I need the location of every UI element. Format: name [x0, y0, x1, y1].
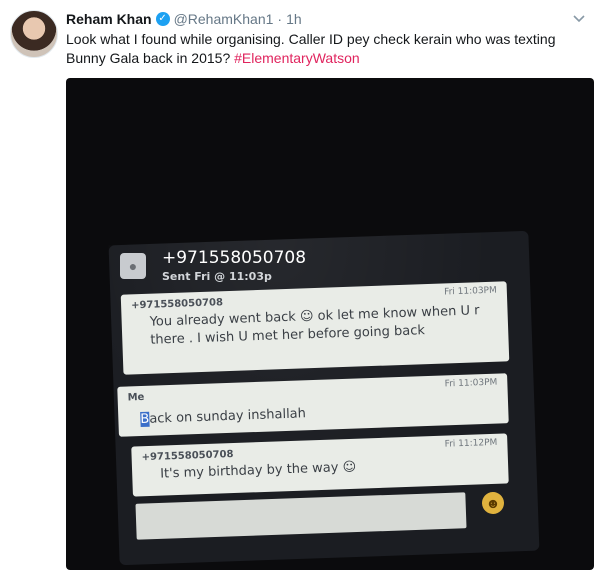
author-handle[interactable]: @RehamKhan1 — [174, 11, 274, 27]
message-sender: +971558050708 — [130, 297, 224, 312]
contact-number: +971558050708 — [162, 248, 307, 268]
sent-timestamp: Sent Fri @ 11:03p — [162, 270, 272, 283]
tweet-timestamp[interactable]: 1h — [286, 11, 302, 27]
message-sender: Me — [127, 391, 145, 404]
tweet-text: Look what I found while organising. Call… — [66, 30, 586, 68]
separator-dot: · — [277, 11, 283, 27]
message-time: Fri 11:12PM — [444, 437, 498, 450]
message-time: Fri 11:03PM — [443, 285, 497, 298]
contact-icon: ● — [120, 253, 146, 279]
hashtag-link[interactable]: #ElementaryWatson — [234, 50, 360, 66]
message-body: Back on sunday inshallah — [140, 399, 480, 429]
tweet-header: Reham Khan ✓ @RehamKhan1 · 1h — [66, 10, 302, 28]
message-bubble: +971558050708 Fri 11:03PM You already we… — [120, 281, 510, 375]
message-sender: +971558050708 — [141, 449, 234, 464]
avatar[interactable] — [10, 10, 58, 58]
message-time: Fri 11:03PM — [444, 377, 498, 390]
message-body-rest: ack on sunday inshallah — [149, 406, 307, 427]
message-body: You already went back ☺ ok let me know w… — [149, 303, 480, 348]
chevron-down-icon[interactable] — [572, 11, 586, 25]
author-name[interactable]: Reham Khan — [66, 11, 152, 27]
verified-badge-icon: ✓ — [155, 12, 170, 26]
tweet-photo[interactable]: ● +971558050708 Sent Fri @ 11:03p +97155… — [66, 78, 594, 570]
